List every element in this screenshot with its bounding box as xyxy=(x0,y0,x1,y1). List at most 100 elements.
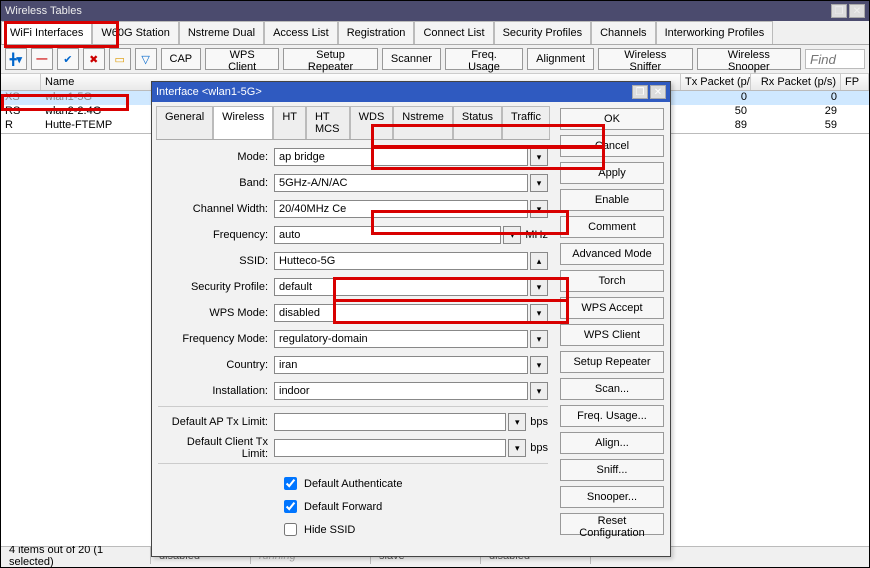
setup-repeater-button[interactable]: Setup Repeater xyxy=(283,48,378,70)
alignment-button[interactable]: Alignment xyxy=(527,48,594,70)
main-tabstrip: WiFi Interfaces W60G Station Nstreme Dua… xyxy=(1,21,869,45)
default-authenticate-checkbox[interactable]: Default Authenticate xyxy=(280,474,548,493)
band-input[interactable] xyxy=(274,174,528,192)
cap-button[interactable]: CAP xyxy=(161,48,202,70)
wps-mode-label: WPS Mode: xyxy=(158,307,274,319)
window-title: Wireless Tables xyxy=(5,5,82,17)
hide-ssid-input[interactable] xyxy=(284,523,297,536)
filter-button[interactable]: ▽ xyxy=(135,48,157,70)
security-profile-label: Security Profile: xyxy=(158,281,274,293)
ap-tx-limit-input[interactable] xyxy=(274,413,506,431)
frequency-input[interactable] xyxy=(274,226,501,244)
dtab-general[interactable]: General xyxy=(156,106,213,139)
wps-mode-dropdown-icon[interactable]: ▾ xyxy=(530,304,548,322)
snooper-button[interactable]: Snooper... xyxy=(560,486,664,508)
freq-usage-button[interactable]: Freq. Usage xyxy=(445,48,523,70)
tab-interworking-profiles[interactable]: Interworking Profiles xyxy=(656,21,774,44)
col-rx[interactable]: Rx Packet (p/s) xyxy=(751,74,841,90)
add-button[interactable]: ╋▾ xyxy=(5,48,27,70)
wps-client-button2[interactable]: WPS Client xyxy=(560,324,664,346)
apply-button[interactable]: Apply xyxy=(560,162,664,184)
window-restore-button[interactable]: ❐ xyxy=(831,4,847,18)
security-profile-dropdown-icon[interactable]: ▾ xyxy=(530,278,548,296)
ap-tx-limit-expand-icon[interactable]: ▾ xyxy=(508,413,526,431)
col-tx[interactable]: Tx Packet (p/s) xyxy=(681,74,751,90)
default-forward-input[interactable] xyxy=(284,500,297,513)
installation-dropdown-icon[interactable]: ▾ xyxy=(530,382,548,400)
tab-w60g-station[interactable]: W60G Station xyxy=(92,21,178,44)
comment-button[interactable]: ▭ xyxy=(109,48,131,70)
wps-mode-input[interactable] xyxy=(274,304,528,322)
channel-width-input[interactable] xyxy=(274,200,528,218)
wireless-sniffer-button[interactable]: Wireless Sniffer xyxy=(598,48,693,70)
tab-access-list[interactable]: Access List xyxy=(264,21,338,44)
tab-wifi-interfaces[interactable]: WiFi Interfaces xyxy=(1,21,92,44)
mode-input[interactable] xyxy=(274,148,528,166)
ssid-expand-icon[interactable]: ▴ xyxy=(530,252,548,270)
hide-ssid-checkbox[interactable]: Hide SSID xyxy=(280,520,548,539)
ok-button[interactable]: OK xyxy=(560,108,664,130)
default-forward-label: Default Forward xyxy=(304,501,382,513)
tab-security-profiles[interactable]: Security Profiles xyxy=(494,21,591,44)
enable-button2[interactable]: Enable xyxy=(560,189,664,211)
dtab-htmcs[interactable]: HT MCS xyxy=(306,106,350,139)
country-input[interactable] xyxy=(274,356,528,374)
cancel-button[interactable]: Cancel xyxy=(560,135,664,157)
find-input[interactable] xyxy=(805,49,865,69)
dtab-wireless[interactable]: Wireless xyxy=(213,106,273,139)
disable-button[interactable]: ✖ xyxy=(83,48,105,70)
band-dropdown-icon[interactable]: ▾ xyxy=(530,174,548,192)
mode-dropdown-icon[interactable]: ▾ xyxy=(530,148,548,166)
remove-button[interactable]: — xyxy=(31,48,53,70)
frequency-mode-input[interactable] xyxy=(274,330,528,348)
tab-nstreme-dual[interactable]: Nstreme Dual xyxy=(179,21,264,44)
dtab-wds[interactable]: WDS xyxy=(350,106,394,139)
comment-button2[interactable]: Comment xyxy=(560,216,664,238)
torch-button[interactable]: Torch xyxy=(560,270,664,292)
tab-connect-list[interactable]: Connect List xyxy=(414,21,493,44)
security-profile-input[interactable] xyxy=(274,278,528,296)
ap-tx-limit-label: Default AP Tx Limit: xyxy=(158,416,274,428)
status-count: 4 items out of 20 (1 selected) xyxy=(1,547,151,564)
setup-repeater-button2[interactable]: Setup Repeater xyxy=(560,351,664,373)
dtab-nstreme[interactable]: Nstreme xyxy=(393,106,453,139)
default-authenticate-input[interactable] xyxy=(284,477,297,490)
window-close-button[interactable]: ✕ xyxy=(849,4,865,18)
col-flag[interactable] xyxy=(1,74,41,90)
wps-client-button[interactable]: WPS Client xyxy=(205,48,279,70)
freq-usage-button2[interactable]: Freq. Usage... xyxy=(560,405,664,427)
frequency-dropdown-icon[interactable]: ▾ xyxy=(503,226,521,244)
dtab-ht[interactable]: HT xyxy=(273,106,306,139)
dialog-restore-button[interactable]: ❐ xyxy=(632,85,648,99)
ssid-input[interactable] xyxy=(274,252,528,270)
main-window: Wireless Tables ❐ ✕ WiFi Interfaces W60G… xyxy=(0,0,870,568)
align-button[interactable]: Align... xyxy=(560,432,664,454)
frequency-label: Frequency: xyxy=(158,229,274,241)
default-forward-checkbox[interactable]: Default Forward xyxy=(280,497,548,516)
tab-channels[interactable]: Channels xyxy=(591,21,655,44)
country-dropdown-icon[interactable]: ▾ xyxy=(530,356,548,374)
channel-width-dropdown-icon[interactable]: ▾ xyxy=(530,200,548,218)
client-tx-limit-expand-icon[interactable]: ▾ xyxy=(508,439,526,457)
sniff-button[interactable]: Sniff... xyxy=(560,459,664,481)
client-tx-limit-label: Default Client Tx Limit: xyxy=(158,436,274,460)
frequency-mode-dropdown-icon[interactable]: ▾ xyxy=(530,330,548,348)
tab-registration[interactable]: Registration xyxy=(338,21,415,44)
scan-button[interactable]: Scan... xyxy=(560,378,664,400)
installation-input[interactable] xyxy=(274,382,528,400)
dtab-traffic[interactable]: Traffic xyxy=(502,106,550,139)
client-tx-limit-input[interactable] xyxy=(274,439,506,457)
scanner-button[interactable]: Scanner xyxy=(382,48,441,70)
row-flag: RS xyxy=(1,105,41,119)
row-tx: 89 xyxy=(681,119,751,133)
wireless-snooper-button[interactable]: Wireless Snooper xyxy=(697,48,801,70)
dtab-status[interactable]: Status xyxy=(453,106,502,139)
wps-accept-button[interactable]: WPS Accept xyxy=(560,297,664,319)
reset-configuration-button[interactable]: Reset Configuration xyxy=(560,513,664,535)
row-tx: 0 xyxy=(681,91,751,105)
installation-label: Installation: xyxy=(158,385,274,397)
col-fp[interactable]: FP xyxy=(841,74,869,90)
enable-button[interactable]: ✔ xyxy=(57,48,79,70)
dialog-close-button[interactable]: ✕ xyxy=(650,85,666,99)
advanced-mode-button[interactable]: Advanced Mode xyxy=(560,243,664,265)
